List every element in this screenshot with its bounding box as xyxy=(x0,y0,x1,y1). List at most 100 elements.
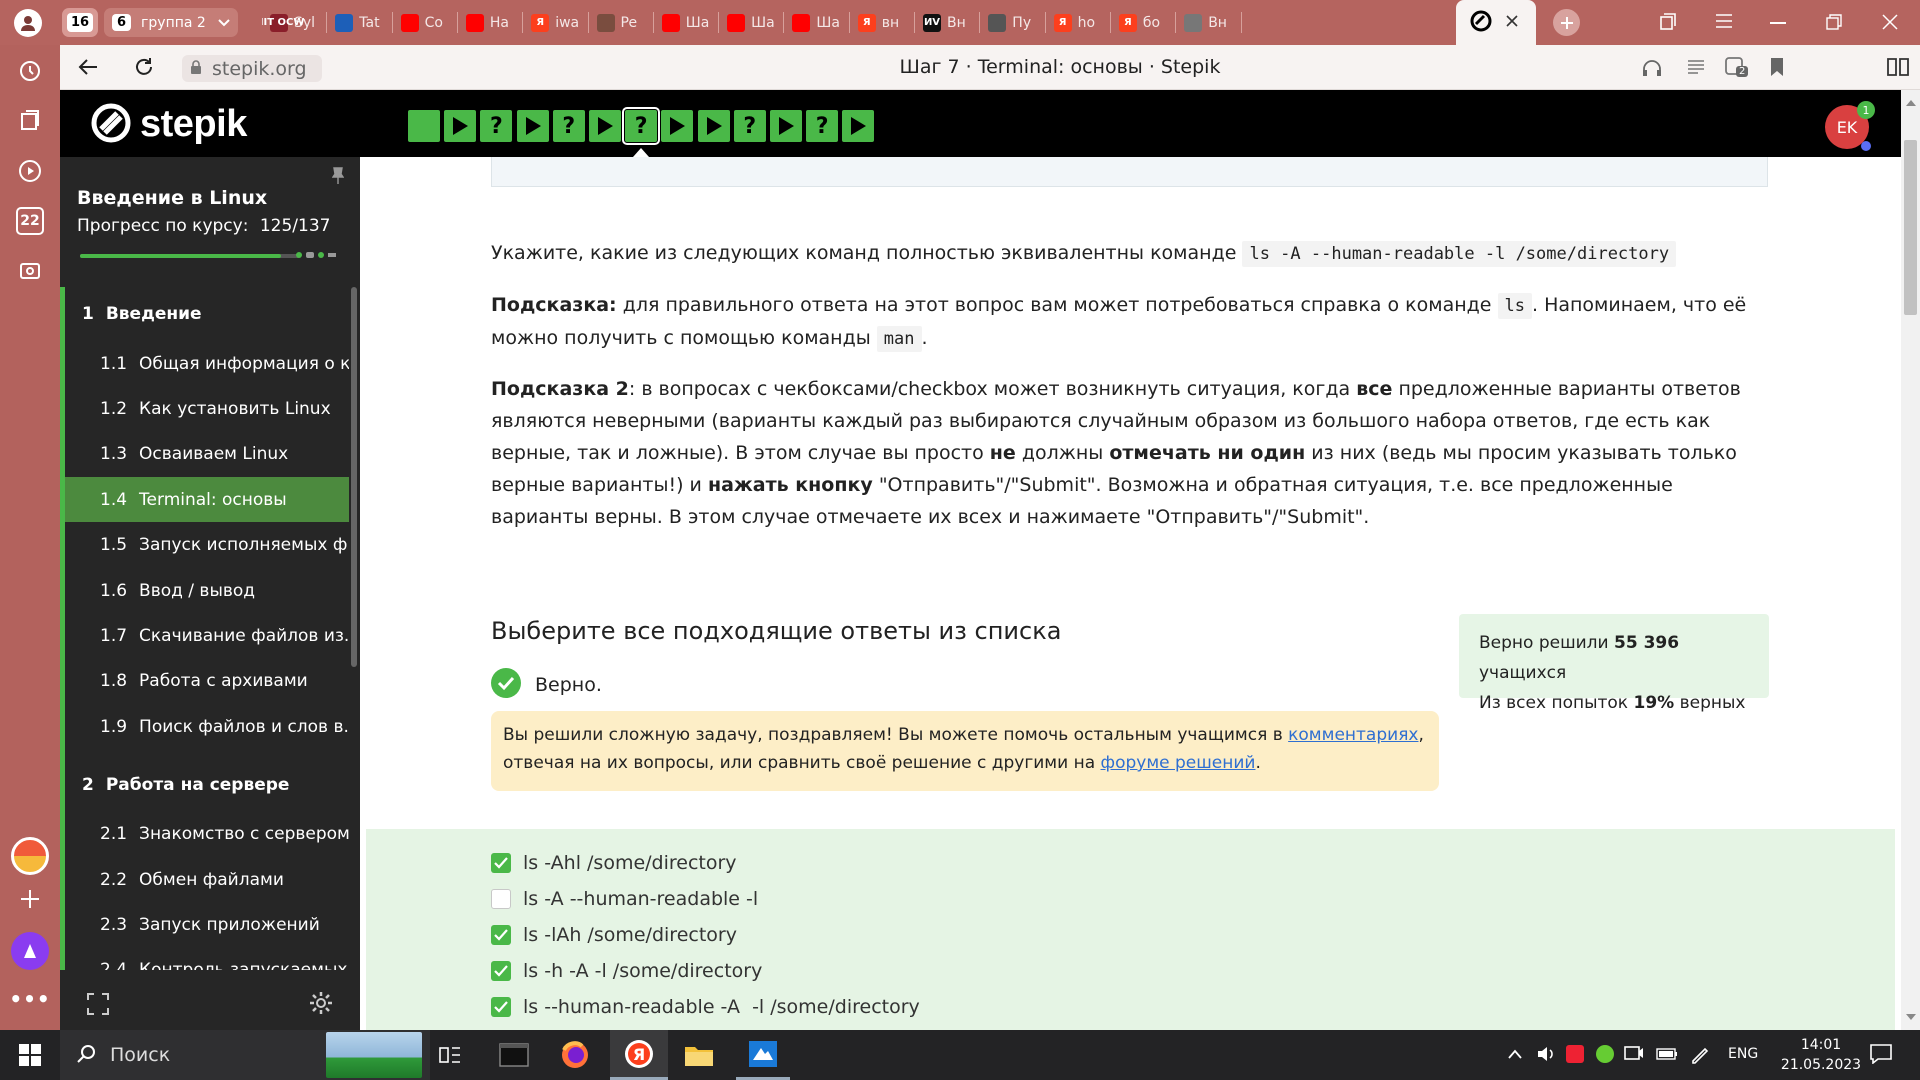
browser-tab[interactable]: Пу xyxy=(980,6,1043,39)
task-view-icon[interactable] xyxy=(430,1030,470,1080)
sidebar-lesson-1-8[interactable]: 1.8 Работа с архивами xyxy=(65,659,349,704)
answer-option[interactable]: ls -lAh /some/directory xyxy=(491,920,737,950)
reader-mode-icon[interactable] xyxy=(1686,59,1706,80)
sidebar-lesson-2-1[interactable]: 2.1 Знакомство с сервером xyxy=(65,812,349,857)
checkbox-checked-icon[interactable] xyxy=(491,925,511,945)
sidebar-lesson-1-5[interactable]: 1.5 Запуск исполняемых ф... xyxy=(65,523,349,568)
history-icon[interactable] xyxy=(16,57,44,85)
tray-display-icon[interactable] xyxy=(1624,1045,1644,1066)
fullscreen-icon[interactable] xyxy=(86,992,110,1019)
window-close-icon[interactable] xyxy=(1882,14,1898,33)
browser-tab[interactable]: Ябо xyxy=(1111,6,1174,39)
browser-tab[interactable]: Явн xyxy=(850,6,913,39)
step-5-quiz-icon[interactable]: ? xyxy=(552,110,585,142)
checkbox-checked-icon[interactable] xyxy=(491,961,511,981)
window-minimize-icon[interactable] xyxy=(1770,22,1786,24)
screenshot-icon[interactable] xyxy=(16,257,44,285)
answer-option[interactable]: ls -h -A -l /some/directory xyxy=(491,956,762,986)
solutions-forum-link[interactable]: форуме решений xyxy=(1101,753,1256,773)
notifications-icon[interactable] xyxy=(1870,1044,1892,1067)
browser-tab[interactable]: MIT OCWSyl xyxy=(262,6,325,39)
tab-group-2[interactable]: 6 группа 2 xyxy=(104,8,238,37)
comments-link[interactable]: комментариях xyxy=(1288,725,1418,745)
stepik-logo[interactable]: stepik xyxy=(90,102,247,147)
browser-tab[interactable]: Pe xyxy=(589,6,652,39)
profile-icon[interactable] xyxy=(14,9,42,37)
step-4-play-icon[interactable] xyxy=(516,110,549,142)
sidebar-lesson-2-2[interactable]: 2.2 Обмен файлами xyxy=(65,857,349,902)
back-icon[interactable] xyxy=(78,58,98,79)
tray-app-green-icon[interactable] xyxy=(1596,1045,1614,1063)
remote-desktop-icon[interactable] xyxy=(736,1030,790,1080)
browser-tab[interactable]: Яiwa xyxy=(523,6,586,39)
collections-icon[interactable] xyxy=(1658,12,1678,35)
battery-icon[interactable] xyxy=(1656,1048,1678,1063)
pin-icon[interactable] xyxy=(331,167,345,188)
alice-voice-icon[interactable] xyxy=(11,932,49,970)
volume-icon[interactable] xyxy=(1536,1044,1556,1067)
sidebar-section-2[interactable]: 2 Работа на сервере xyxy=(65,758,349,812)
clock[interactable]: 14:01 21.05.2023 xyxy=(1776,1035,1866,1075)
step-7-quiz-icon[interactable]: ? xyxy=(622,107,661,145)
firefox-icon[interactable] xyxy=(550,1030,600,1080)
tab-group-counter[interactable]: 16 xyxy=(62,8,98,37)
menu-icon[interactable] xyxy=(1715,13,1733,32)
step-6-play-icon[interactable] xyxy=(589,110,621,142)
file-explorer-icon[interactable] xyxy=(674,1030,724,1080)
step-11-play-icon[interactable] xyxy=(770,110,802,142)
step-3-quiz-icon[interactable]: ? xyxy=(480,110,513,142)
input-language[interactable]: ENG xyxy=(1728,1046,1758,1062)
reading-list-icon[interactable] xyxy=(1886,57,1910,80)
sidebar-lesson-1-4[interactable]: 1.4 Terminal: основы xyxy=(65,477,349,523)
window-restore-icon[interactable] xyxy=(1826,14,1842,33)
tab-close-icon[interactable] xyxy=(1506,15,1518,30)
add-panel-icon[interactable] xyxy=(16,885,44,913)
scroll-down-icon[interactable] xyxy=(1906,1014,1916,1020)
browser-tab[interactable]: Ha xyxy=(458,6,521,39)
scrollbar-thumb[interactable] xyxy=(1904,140,1917,315)
answer-option[interactable]: ls -Ahl /some/directory xyxy=(491,848,737,878)
new-tab-button[interactable] xyxy=(1553,9,1580,36)
answer-option[interactable]: ls --human-readable -A -l /some/director… xyxy=(491,992,920,1022)
page-scrollbar[interactable] xyxy=(1901,90,1920,1030)
settings-gear-icon[interactable] xyxy=(308,990,334,1019)
sidebar-lesson-1-9[interactable]: 1.9 Поиск файлов и слов в... xyxy=(65,704,349,749)
step-10-quiz-icon[interactable]: ? xyxy=(733,110,766,142)
browser-tab[interactable]: Tat xyxy=(327,6,390,39)
browser-tab[interactable]: Яho xyxy=(1046,6,1109,39)
sidebar-lesson-1-7[interactable]: 1.7 Скачивание файлов из... xyxy=(65,613,349,658)
tab-active-stepik[interactable] xyxy=(1456,0,1536,45)
browser-tab[interactable]: Co xyxy=(393,6,456,39)
tray-chevron-icon[interactable] xyxy=(1508,1048,1522,1062)
pen-icon[interactable] xyxy=(1690,1044,1710,1067)
browser-tab[interactable]: Ша xyxy=(654,6,717,39)
sidebar-lesson-1-3[interactable]: 1.3 Осваиваем Linux xyxy=(65,432,349,477)
extension-icon[interactable]: 2 xyxy=(1724,56,1750,82)
sidebar-lesson-1-6[interactable]: 1.6 Ввод / вывод xyxy=(65,568,349,613)
headphones-icon[interactable] xyxy=(1642,59,1662,80)
checkbox-checked-icon[interactable] xyxy=(491,997,511,1017)
checkbox-unchecked-icon[interactable] xyxy=(491,889,511,909)
step-12-quiz-icon[interactable]: ? xyxy=(806,110,839,142)
reload-icon[interactable] xyxy=(134,57,154,80)
url-field[interactable]: stepik.org xyxy=(182,55,322,82)
sidebar-section-1[interactable]: 1 Введение xyxy=(65,287,349,341)
browser-tab[interactable]: Ша xyxy=(784,6,847,39)
tray-app-red-icon[interactable] xyxy=(1566,1045,1584,1063)
browser-tab[interactable]: Вн xyxy=(1176,6,1239,39)
user-avatar[interactable]: EK 1 xyxy=(1825,101,1875,151)
step-8-play-icon[interactable] xyxy=(661,110,694,142)
checkbox-checked-icon[interactable] xyxy=(491,853,511,873)
browser-tab[interactable]: Ша xyxy=(719,6,782,39)
alice-assistant-icon[interactable] xyxy=(11,837,49,875)
more-options-icon[interactable]: ••• xyxy=(9,985,49,1013)
sidebar-lesson-1-1[interactable]: 1.1 Общая информация о к... xyxy=(65,341,349,386)
step-1-text[interactable] xyxy=(408,110,440,142)
answer-option[interactable]: ls -A --human-readable -l xyxy=(491,884,758,914)
sidebar-scrollbar[interactable] xyxy=(351,287,357,667)
yandex-browser-icon[interactable]: Я xyxy=(610,1030,668,1080)
sidebar-lesson-1-2[interactable]: 1.2 Как установить Linux xyxy=(65,386,349,431)
browser-tab[interactable]: ИV Вн xyxy=(915,6,978,39)
step-13-play-icon[interactable] xyxy=(842,110,875,142)
video-play-icon[interactable] xyxy=(16,157,44,185)
